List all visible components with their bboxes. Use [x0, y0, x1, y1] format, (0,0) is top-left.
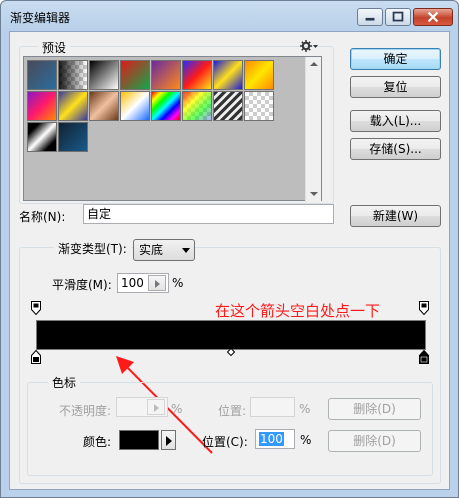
location-label: 位置(C): [202, 435, 248, 449]
preset-swatch[interactable] [120, 60, 150, 90]
load-button[interactable]: 载入(L)... [350, 110, 441, 132]
presets-list[interactable] [23, 56, 322, 202]
minimize-icon [365, 17, 375, 21]
stop-color-swatch[interactable] [119, 430, 159, 450]
opacity-percent: % [171, 402, 183, 416]
new-button[interactable]: 新建(W) [350, 205, 441, 227]
smoothness-value: 100 [121, 276, 144, 290]
window-title: 渐变编辑器 [10, 11, 71, 25]
annotation-text: 在这个箭头空白处点一下 [215, 302, 381, 320]
maximize-icon [392, 11, 404, 22]
color-stop-left[interactable] [31, 350, 41, 364]
smoothness-stepper[interactable] [148, 275, 166, 291]
midpoint-diamond-icon[interactable] [227, 348, 235, 356]
color-label: 颜色: [83, 435, 112, 449]
presets-scrollbar[interactable] [305, 57, 321, 202]
gradient-type-select[interactable]: 实底 [133, 239, 195, 261]
minimize-button[interactable] [357, 8, 383, 26]
preset-swatch[interactable] [58, 122, 88, 152]
name-input[interactable]: 自定 [83, 204, 334, 224]
chevron-right-icon [155, 280, 160, 288]
stops-group-label: 色标 [48, 374, 81, 391]
opacity-location-input[interactable] [250, 397, 295, 417]
preset-swatch[interactable] [213, 60, 243, 90]
smoothness-percent: % [172, 276, 184, 290]
opacity-location-percent: % [299, 402, 311, 416]
location-percent: % [300, 433, 312, 447]
opacity-stop-left[interactable] [31, 301, 41, 315]
title-bar[interactable]: 渐变编辑器 [1, 1, 458, 31]
opacity-stepper[interactable] [147, 399, 165, 415]
scroll-down-icon[interactable] [310, 191, 318, 197]
gradient-editor-window: 渐变编辑器 预设 确定 复位 载入(L)... 存储(S)... 名称(N): … [0, 0, 459, 498]
preset-swatch[interactable] [151, 91, 181, 121]
chevron-right-icon [166, 436, 172, 446]
close-button[interactable] [413, 8, 453, 26]
maximize-button[interactable] [385, 8, 411, 26]
preset-swatch[interactable] [58, 91, 88, 121]
opacity-location-label: 位置: [218, 404, 247, 418]
preset-swatch[interactable] [89, 91, 119, 121]
gradient-type-label: 渐变类型(T): [54, 240, 131, 257]
preset-swatch[interactable] [89, 60, 119, 90]
preset-swatch[interactable] [27, 60, 57, 90]
delete-opacity-stop-button[interactable]: 删除(D) [328, 398, 421, 420]
dialog-client: 预设 确定 复位 载入(L)... 存储(S)... 名称(N): 自定 新建(… [9, 31, 450, 490]
preset-swatch[interactable] [244, 91, 274, 121]
preset-swatch[interactable] [151, 60, 181, 90]
delete-color-stop-button[interactable]: 删除(D) [328, 430, 421, 452]
preset-swatch[interactable] [182, 60, 212, 90]
opacity-input[interactable] [116, 397, 168, 417]
opacity-stop-right[interactable] [419, 301, 429, 315]
preset-swatch[interactable] [27, 91, 57, 121]
smoothness-label: 平滑度(M): [52, 278, 112, 292]
chevron-down-icon [182, 248, 190, 253]
location-value: 100 [259, 432, 284, 446]
preset-swatch[interactable] [58, 60, 88, 90]
preset-swatch[interactable] [27, 122, 57, 152]
color-menu-button[interactable] [161, 430, 176, 450]
preset-swatch[interactable] [244, 60, 274, 90]
presets-label: 预设 [38, 39, 71, 56]
reset-button[interactable]: 复位 [350, 76, 441, 98]
save-button[interactable]: 存储(S)... [350, 138, 441, 160]
stops-group [27, 382, 433, 476]
preset-swatch[interactable] [213, 91, 243, 121]
color-stop-right[interactable] [419, 350, 429, 364]
location-input[interactable]: 100 [255, 429, 295, 449]
chevron-right-icon [154, 404, 159, 412]
close-icon [427, 11, 439, 23]
scroll-up-icon[interactable] [310, 61, 318, 67]
smoothness-input[interactable]: 100 [117, 273, 169, 293]
gradient-type-value: 实底 [139, 243, 164, 257]
preset-swatch[interactable] [120, 91, 150, 121]
gear-icon[interactable] [300, 40, 318, 52]
opacity-label: 不透明度: [59, 404, 112, 418]
gradient-bar[interactable] [36, 320, 426, 350]
ok-button[interactable]: 确定 [350, 48, 441, 70]
preset-swatch[interactable] [182, 91, 212, 121]
name-label: 名称(N): [19, 210, 66, 224]
